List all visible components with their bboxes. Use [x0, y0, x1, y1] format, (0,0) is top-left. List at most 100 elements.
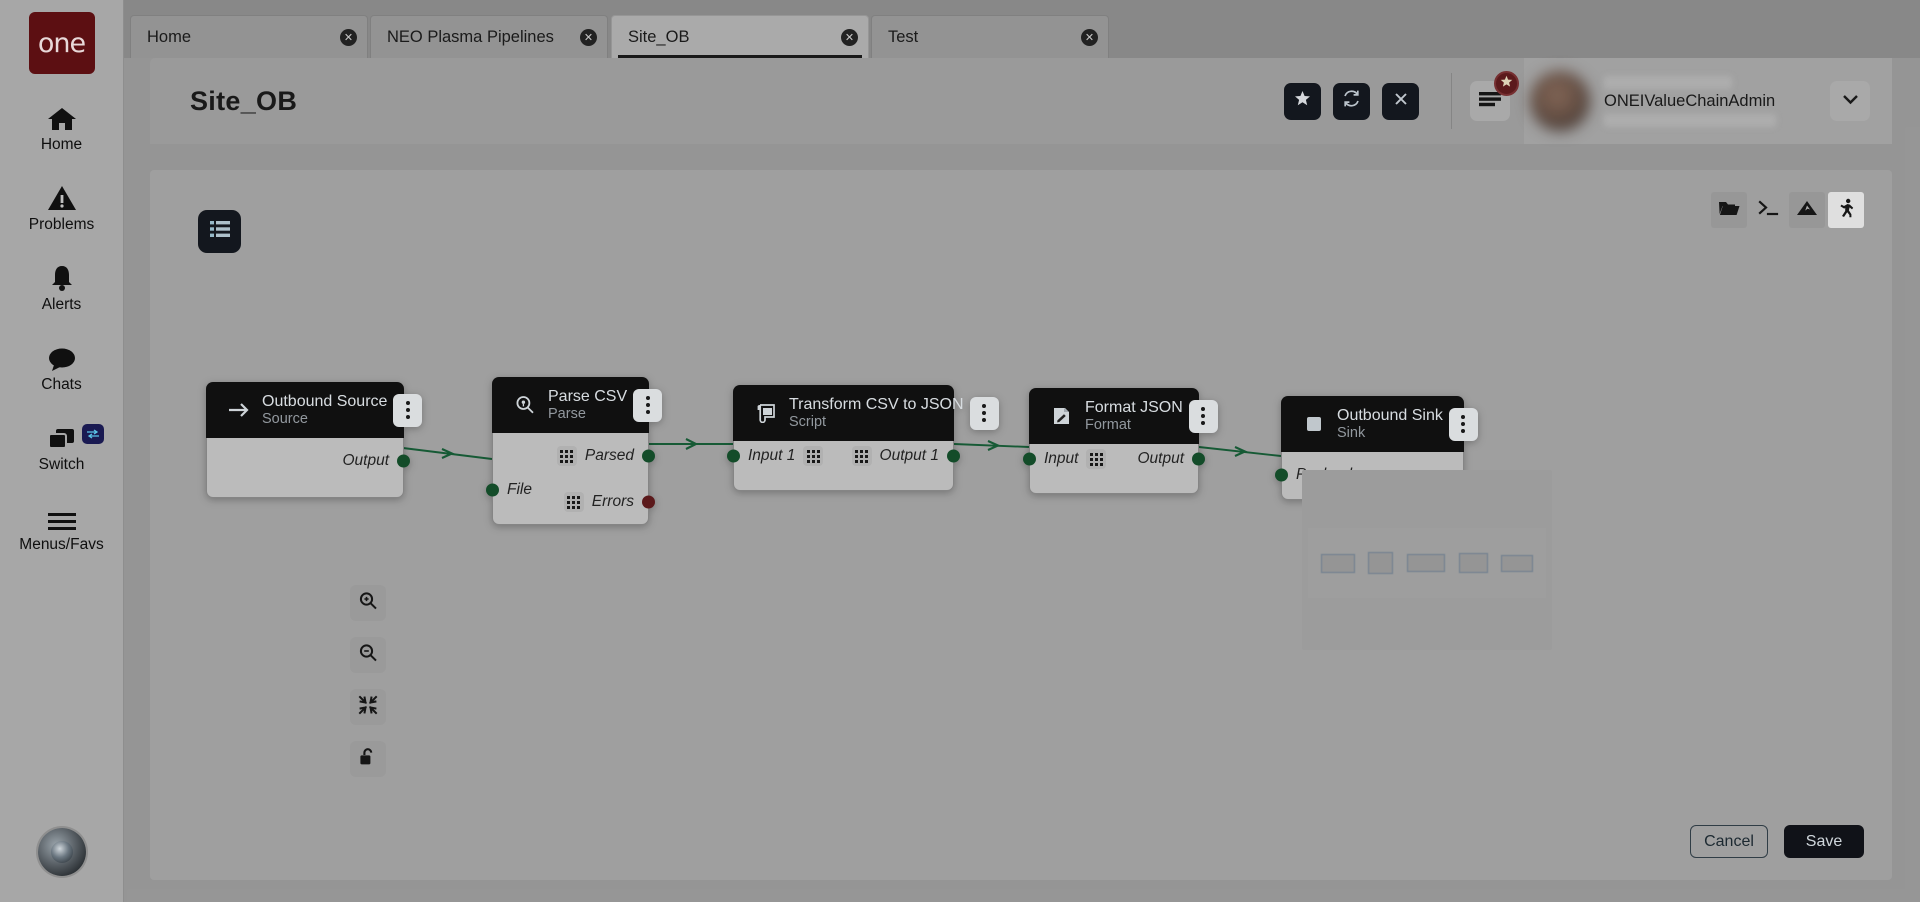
sidebar-item-switch[interactable]: Switch [0, 420, 124, 474]
node-list-button[interactable] [198, 210, 241, 253]
run-tool[interactable] [1828, 192, 1864, 228]
sidebar-item-menus-favs[interactable]: Menus/Favs [0, 500, 124, 554]
port-connector-dot[interactable] [1192, 452, 1205, 466]
tab-neo-plasma-pipelines[interactable]: NEO Plasma Pipelines ✕ [370, 15, 608, 58]
grid-icon [851, 446, 872, 466]
node-menu-button[interactable] [633, 388, 663, 422]
tab-close-icon[interactable]: ✕ [580, 28, 597, 46]
port-label: Errors [591, 493, 634, 510]
collapse-arrows-icon [358, 695, 378, 720]
sidebar-item-label: Alerts [41, 296, 82, 313]
node-menu-button[interactable] [969, 396, 999, 430]
overlay-chip[interactable] [1458, 553, 1488, 573]
home-icon [47, 100, 77, 132]
port-parsed[interactable]: Parsed [493, 441, 655, 471]
deploy-tool[interactable] [1789, 192, 1825, 228]
close-button[interactable] [1382, 82, 1419, 120]
port-errors[interactable]: Errors [493, 487, 655, 517]
overlay-chip[interactable] [1320, 553, 1355, 573]
overlay-chip[interactable] [1501, 554, 1534, 572]
folder-open-icon [1718, 199, 1740, 222]
refresh-button[interactable] [1333, 82, 1370, 120]
node-body: Output [206, 438, 410, 498]
bell-icon [48, 260, 76, 292]
tab-close-icon[interactable]: ✕ [340, 28, 357, 46]
node-header: Transform CSV to JSON Script [733, 385, 999, 441]
sidebar-item-alerts[interactable]: Alerts [0, 260, 124, 314]
tab-close-icon[interactable]: ✕ [1081, 28, 1098, 46]
overlay-chip[interactable] [1406, 554, 1445, 572]
header-menu-wrap [1470, 71, 1519, 121]
magnifier-pin-icon [510, 395, 540, 415]
port-connector-dot[interactable] [397, 454, 410, 468]
flow-node-outbound-source[interactable]: Outbound Source Source Output [206, 382, 423, 498]
fit-to-screen-button[interactable] [350, 689, 386, 725]
node-menu-button[interactable] [393, 393, 423, 427]
port-connector-dot[interactable] [1275, 468, 1288, 482]
console-tool[interactable] [1750, 192, 1786, 228]
open-folder-tool[interactable] [1711, 192, 1747, 228]
port-label: Output 1 [879, 447, 939, 464]
swap-arrows-icon[interactable] [81, 424, 104, 444]
flow-node-format-json[interactable]: Format JSON Format Input Output [1023, 388, 1218, 494]
grid-icon [556, 446, 577, 466]
menu-favorites-badge[interactable] [1494, 71, 1519, 96]
page-header: Site_OB ONEIValueChainAdmin [150, 58, 1892, 144]
magnifier-minus-icon [358, 643, 378, 668]
pipeline-canvas[interactable]: Outbound Source Source Output Parse CSV … [150, 170, 1892, 880]
port-connector-dot[interactable] [642, 449, 655, 463]
port-connector-dot-error[interactable] [642, 495, 655, 509]
node-title: Parse CSV [548, 387, 628, 405]
port-output[interactable]: Output [1030, 444, 1205, 474]
port-connector-dot[interactable] [947, 449, 960, 463]
save-button[interactable]: Save [1784, 825, 1864, 858]
mountain-icon [1796, 199, 1818, 222]
flow-node-transform-csv-to-json[interactable]: Transform CSV to JSON Script Input 1 Out… [727, 385, 999, 491]
overlay-chip[interactable] [1368, 552, 1394, 574]
node-menu-button[interactable] [1188, 399, 1218, 433]
zoom-out-button[interactable] [350, 637, 386, 673]
node-config-overlay[interactable] [1302, 470, 1552, 650]
cancel-button[interactable]: Cancel [1690, 825, 1768, 858]
lock-toggle-button[interactable] [350, 741, 386, 777]
user-menu-toggle[interactable] [1830, 81, 1870, 121]
node-menu-button[interactable] [1448, 407, 1478, 441]
node-subtitle: Format [1085, 416, 1131, 433]
editor-footer: Cancel Save [1690, 825, 1864, 858]
tab-close-icon[interactable]: ✕ [841, 28, 858, 46]
list-icon [209, 219, 231, 244]
node-titles: Transform CSV to JSON Script [789, 396, 964, 430]
favorite-button[interactable] [1284, 82, 1321, 120]
windows-icon [46, 420, 78, 452]
assistant-avatar[interactable] [37, 828, 86, 876]
flow-node-parse-csv[interactable]: Parse CSV Parse Parsed File Errors [486, 377, 663, 525]
avatar [1530, 71, 1590, 131]
node-title: Outbound Source [262, 392, 388, 410]
tab-label: Home [147, 27, 192, 46]
sidebar-item-home[interactable]: Home [0, 100, 124, 154]
user-meta: ONEIValueChainAdmin [1604, 75, 1804, 127]
tab-strip: Home ✕ NEO Plasma Pipelines ✕ Site_OB ✕ … [124, 0, 1920, 58]
pipeline-edges [402, 438, 1282, 460]
port-label: Parsed [584, 447, 634, 464]
sidebar-item-chats[interactable]: Chats [0, 340, 124, 394]
user-account-area[interactable]: ONEIValueChainAdmin [1524, 58, 1892, 144]
hamburger-icon [1479, 91, 1501, 112]
node-subtitle: Sink [1337, 424, 1366, 441]
sidebar-item-problems[interactable]: Problems [0, 180, 124, 234]
zoom-in-button[interactable] [350, 585, 386, 621]
sidebar-item-label: Home [40, 136, 83, 153]
zoom-toolbar [350, 585, 386, 777]
tab-test[interactable]: Test ✕ [871, 15, 1109, 58]
star-icon [1500, 75, 1513, 93]
tab-home[interactable]: Home ✕ [130, 15, 368, 58]
format-edit-icon [1047, 406, 1077, 426]
port-output[interactable]: Output [207, 446, 410, 476]
terminal-icon [1757, 199, 1779, 222]
tab-site-ob[interactable]: Site_OB ✕ [611, 15, 869, 58]
user-role-redacted [1604, 113, 1776, 127]
port-output-1[interactable]: Output 1 [734, 441, 960, 471]
script-icon [751, 403, 781, 423]
warning-triangle-icon [47, 180, 77, 212]
brand-logo[interactable]: one [28, 12, 95, 74]
